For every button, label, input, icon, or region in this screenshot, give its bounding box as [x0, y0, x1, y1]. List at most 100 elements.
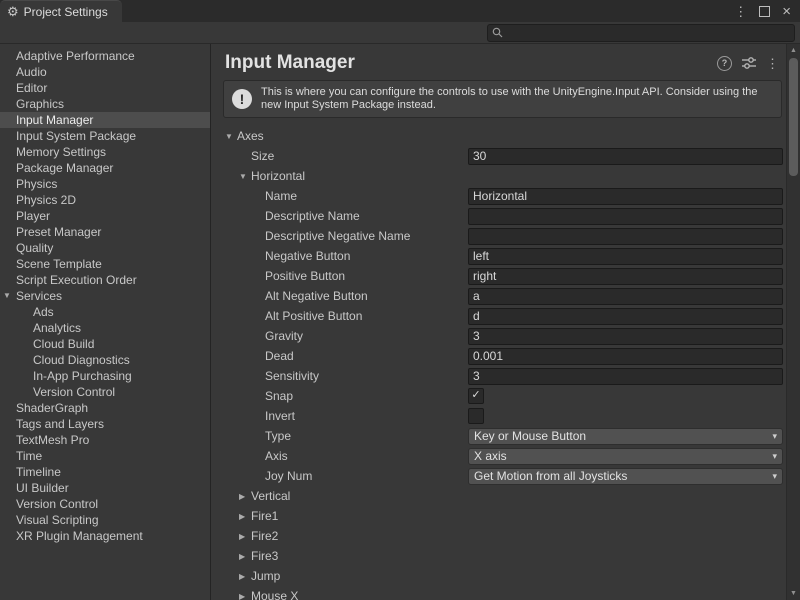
foldout-row-mouse-x[interactable]: ▶Mouse X [211, 586, 786, 600]
foldout-arrow-icon[interactable]: ▶ [239, 592, 251, 600]
sidebar-item-version-control[interactable]: Version Control [0, 496, 210, 512]
sidebar-item-package-manager[interactable]: Package Manager [0, 160, 210, 176]
sidebar-item-input-manager[interactable]: Input Manager [0, 112, 210, 128]
foldout-arrow-icon[interactable]: ▼ [3, 288, 11, 304]
search-bar [0, 22, 800, 44]
property-label: Mouse X [251, 589, 298, 600]
sidebar-item-label: Services [16, 289, 62, 303]
sidebar-item-player[interactable]: Player [0, 208, 210, 224]
search-input[interactable] [506, 27, 790, 39]
text-field-gravity[interactable] [468, 328, 783, 345]
helpbox-text: This is where you can configure the cont… [261, 86, 773, 112]
sidebar-item-preset-manager[interactable]: Preset Manager [0, 224, 210, 240]
presets-icon[interactable] [742, 57, 756, 69]
scroll-down-icon[interactable]: ▼ [787, 587, 800, 600]
foldout-arrow-icon[interactable]: ▶ [239, 492, 251, 501]
text-field-alt-positive-button[interactable] [468, 308, 783, 325]
sidebar-item-tags-and-layers[interactable]: Tags and Layers [0, 416, 210, 432]
sidebar-item-physics[interactable]: Physics [0, 176, 210, 192]
foldout-row-fire3[interactable]: ▶Fire3 [211, 546, 786, 566]
sidebar-item-services[interactable]: ▼ Services [0, 288, 210, 304]
sidebar-item-ads[interactable]: Ads [0, 304, 210, 320]
foldout-arrow-icon[interactable]: ▶ [239, 552, 251, 561]
window-kebab-icon[interactable]: ⋮ [734, 5, 747, 18]
property-label: Name [265, 189, 297, 203]
sidebar-item-ui-builder[interactable]: UI Builder [0, 480, 210, 496]
text-field-alt-negative-button[interactable] [468, 288, 783, 305]
text-field-size[interactable] [468, 148, 783, 165]
sidebar-item-shadergraph[interactable]: ShaderGraph [0, 400, 210, 416]
sidebar-item-physics-2d[interactable]: Physics 2D [0, 192, 210, 208]
maximize-icon[interactable] [759, 6, 770, 17]
text-field-dead[interactable] [468, 348, 783, 365]
text-field-positive-button[interactable] [468, 268, 783, 285]
foldout-arrow-icon[interactable]: ▼ [225, 132, 237, 141]
text-field-sensitivity[interactable] [468, 368, 783, 385]
text-field-descriptive-name[interactable] [468, 208, 783, 225]
property-row-type: TypeKey or Mouse Button▾ [211, 426, 786, 446]
close-icon[interactable]: × [782, 4, 791, 19]
sidebar-item-in-app-purchasing[interactable]: In-App Purchasing [0, 368, 210, 384]
sidebar-item-textmesh-pro[interactable]: TextMesh Pro [0, 432, 210, 448]
sidebar-item-xr-plugin-management[interactable]: XR Plugin Management [0, 528, 210, 544]
sidebar-item-timeline[interactable]: Timeline [0, 464, 210, 480]
text-field-descriptive-negative-name[interactable] [468, 228, 783, 245]
sidebar-item-label: Cloud Build [33, 337, 94, 351]
property-label: Descriptive Negative Name [265, 229, 410, 243]
foldout-row-fire2[interactable]: ▶Fire2 [211, 526, 786, 546]
sidebar: Adaptive PerformanceAudioEditorGraphicsI… [0, 44, 211, 600]
search-field[interactable] [487, 24, 795, 42]
dropdown-joy-num[interactable]: Get Motion from all Joysticks▾ [468, 468, 783, 485]
sidebar-item-quality[interactable]: Quality [0, 240, 210, 256]
help-icon[interactable]: ? [717, 56, 732, 71]
text-field-name[interactable] [468, 188, 783, 205]
sidebar-item-editor[interactable]: Editor [0, 80, 210, 96]
sidebar-item-input-system-package[interactable]: Input System Package [0, 128, 210, 144]
sidebar-item-label: XR Plugin Management [16, 529, 143, 543]
sidebar-item-time[interactable]: Time [0, 448, 210, 464]
text-field-negative-button[interactable] [468, 248, 783, 265]
dropdown-axis[interactable]: X axis▾ [468, 448, 783, 465]
sidebar-item-label: Preset Manager [16, 225, 101, 239]
tab-project-settings[interactable]: ⚙ Project Settings [0, 0, 122, 23]
main-header: Input Manager ? ⋮ [211, 44, 786, 78]
sidebar-item-version-control[interactable]: Version Control [0, 384, 210, 400]
sidebar-item-script-execution-order[interactable]: Script Execution Order [0, 272, 210, 288]
foldout-row-vertical[interactable]: ▶Vertical [211, 486, 786, 506]
helpbox: ! This is where you can configure the co… [223, 80, 782, 118]
sidebar-item-cloud-diagnostics[interactable]: Cloud Diagnostics [0, 352, 210, 368]
sidebar-item-label: Quality [16, 241, 53, 255]
property-row-snap: Snap✓ [211, 386, 786, 406]
header-kebab-icon[interactable]: ⋮ [766, 57, 779, 70]
sidebar-item-memory-settings[interactable]: Memory Settings [0, 144, 210, 160]
foldout-arrow-icon[interactable]: ▶ [239, 572, 251, 581]
foldout-row-jump[interactable]: ▶Jump [211, 566, 786, 586]
sidebar-item-label: Version Control [16, 497, 98, 511]
foldout-row-axes[interactable]: ▼Axes [211, 126, 786, 146]
vertical-scrollbar[interactable]: ▲ ▼ [786, 44, 800, 600]
gear-icon: ⚙ [7, 5, 19, 18]
dropdown-type[interactable]: Key or Mouse Button▾ [468, 428, 783, 445]
foldout-arrow-icon[interactable]: ▶ [239, 532, 251, 541]
sidebar-item-visual-scripting[interactable]: Visual Scripting [0, 512, 210, 528]
sidebar-item-graphics[interactable]: Graphics [0, 96, 210, 112]
checkbox-invert[interactable] [468, 408, 484, 424]
foldout-row-horizontal[interactable]: ▼Horizontal [211, 166, 786, 186]
sidebar-item-scene-template[interactable]: Scene Template [0, 256, 210, 272]
project-settings-window: ⚙ Project Settings ⋮ × Adaptive Performa… [0, 0, 800, 600]
sidebar-item-analytics[interactable]: Analytics [0, 320, 210, 336]
scroll-up-icon[interactable]: ▲ [787, 44, 800, 57]
sidebar-item-cloud-build[interactable]: Cloud Build [0, 336, 210, 352]
sidebar-item-audio[interactable]: Audio [0, 64, 210, 80]
property-label: Horizontal [251, 169, 305, 183]
scrollbar-thumb[interactable] [789, 58, 798, 176]
foldout-row-fire1[interactable]: ▶Fire1 [211, 506, 786, 526]
foldout-arrow-icon[interactable]: ▶ [239, 512, 251, 521]
property-label: Joy Num [265, 469, 312, 483]
foldout-arrow-icon[interactable]: ▼ [239, 172, 251, 181]
settings-rows: ▼AxesSize▼HorizontalNameDescriptive Name… [211, 126, 786, 600]
sidebar-item-label: Time [16, 449, 42, 463]
property-label: Axes [237, 129, 264, 143]
sidebar-item-adaptive-performance[interactable]: Adaptive Performance [0, 48, 210, 64]
checkbox-snap[interactable]: ✓ [468, 388, 484, 404]
